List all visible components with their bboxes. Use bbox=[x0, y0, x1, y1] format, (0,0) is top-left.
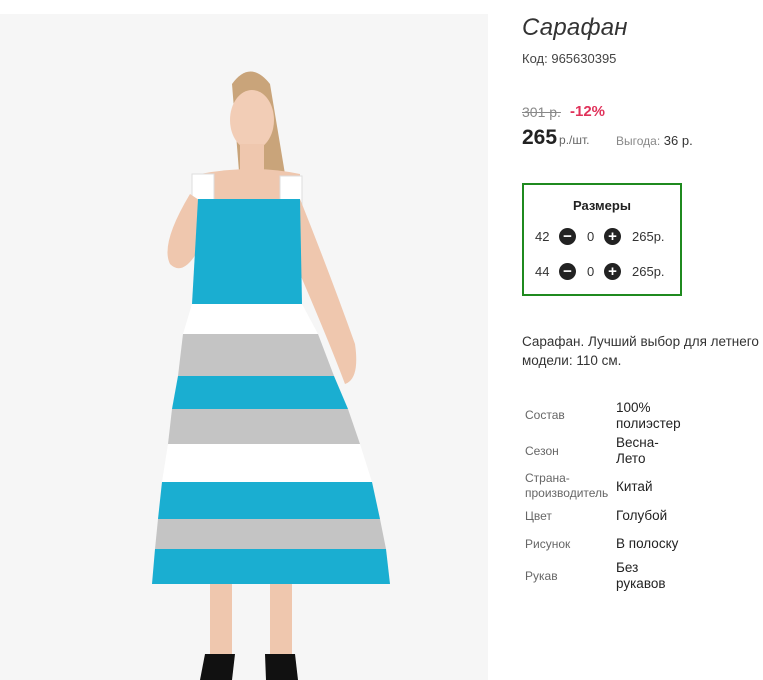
product-code-label: Код: bbox=[522, 51, 548, 66]
size-selector: Размеры 42 − 0 + 265р. 44 − 0 + 265р. bbox=[522, 183, 682, 296]
product-info-panel: Сарафан Код: 965630395 301 р. -12% 265 р.… bbox=[522, 0, 763, 680]
savings: Выгода: 36 р. bbox=[616, 133, 693, 148]
spec-value: Голубой bbox=[616, 508, 668, 523]
spec-value: Без рукавов bbox=[616, 560, 666, 591]
size-selector-title: Размеры bbox=[573, 198, 631, 213]
spec-key: Рукав bbox=[525, 569, 558, 583]
savings-label: Выгода: bbox=[616, 134, 661, 148]
plus-icon[interactable]: + bbox=[604, 263, 621, 280]
current-price: 265 р./шт. bbox=[522, 126, 590, 150]
spec-key: Сезон bbox=[525, 444, 559, 458]
price-value: 265 bbox=[522, 126, 558, 149]
description-line: Сарафан. Лучший выбор для летнего bbox=[522, 334, 759, 349]
size-quantity: 0 bbox=[587, 229, 595, 244]
spec-key: Страна-производитель bbox=[525, 471, 609, 500]
minus-icon[interactable]: − bbox=[559, 263, 576, 280]
plus-icon[interactable]: + bbox=[604, 228, 621, 245]
price-unit: р./шт. bbox=[559, 133, 590, 147]
spec-value: Китай bbox=[616, 479, 653, 494]
dress-model-image bbox=[152, 71, 390, 680]
size-label: 44 bbox=[535, 264, 550, 279]
old-price: 301 р. bbox=[522, 104, 561, 120]
spec-value: 100% полиэстер bbox=[616, 400, 681, 431]
spec-value: В полоску bbox=[616, 536, 679, 551]
size-quantity: 0 bbox=[587, 264, 595, 279]
spec-key: Рисунок bbox=[525, 537, 571, 551]
size-price: 265р. bbox=[632, 264, 665, 279]
size-price: 265р. bbox=[632, 229, 665, 244]
product-code: Код: 965630395 bbox=[522, 51, 616, 66]
product-photo[interactable] bbox=[0, 14, 488, 680]
spec-key: Состав bbox=[525, 408, 565, 422]
discount-badge: -12% bbox=[570, 103, 606, 120]
product-title: Сарафан bbox=[522, 14, 628, 41]
savings-value: 36 р. bbox=[663, 133, 693, 148]
product-code-value: 965630395 bbox=[551, 51, 617, 66]
description-line: модели: 110 см. bbox=[522, 353, 622, 368]
spec-value: Весна-Лето bbox=[616, 435, 659, 466]
minus-icon[interactable]: − bbox=[559, 228, 576, 245]
spec-key: Цвет bbox=[525, 509, 552, 523]
product-description: Сарафан. Лучший выбор для летнего модели… bbox=[522, 332, 763, 370]
size-label: 42 bbox=[535, 229, 550, 244]
